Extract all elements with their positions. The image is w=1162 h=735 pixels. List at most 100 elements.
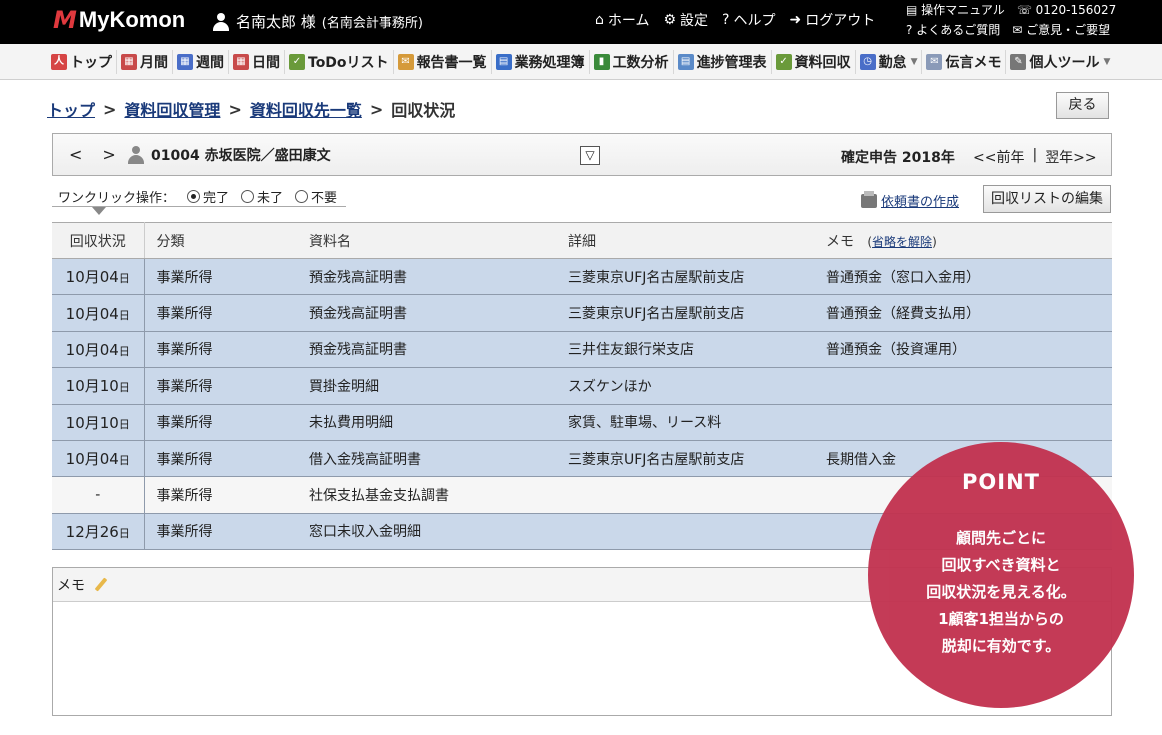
breadcrumb-manage[interactable]: 資料回収管理 — [124, 97, 220, 121]
menu-item[interactable]: ✎ 個人ツール ▼ — [1006, 50, 1114, 74]
detail-cell: 家賃、駐車場、リース料 — [556, 404, 814, 441]
status-month: 10月 — [65, 304, 100, 323]
doc-name-cell: 預金残高証明書 — [297, 331, 556, 369]
status-cell[interactable]: 10月04日 — [52, 258, 145, 296]
prev-client-button[interactable]: < — [69, 145, 82, 164]
status-cell[interactable]: 10月10日 — [52, 367, 145, 405]
menu-item[interactable]: ✉ 伝言メモ — [922, 50, 1007, 74]
detail-cell: 三菱東京UFJ名古屋駅前支店 — [556, 440, 814, 478]
memo-cell: 普通預金（投資運用） — [814, 331, 1112, 369]
next-client-button[interactable]: > — [102, 145, 115, 164]
next-year-link[interactable]: 翌年>> — [1045, 147, 1096, 167]
edit-collection-list-button[interactable]: 回収リストの編集 — [983, 185, 1111, 213]
status-day-unit: 日 — [118, 344, 130, 358]
status-cell[interactable]: 10月10日 — [52, 404, 145, 441]
radio-unneeded[interactable]: 不要 — [295, 187, 337, 206]
menu-item[interactable]: ✓ ToDoリスト — [285, 50, 394, 74]
breadcrumb-list[interactable]: 資料回収先一覧 — [250, 97, 362, 121]
menu-item[interactable]: ▦ 週間 — [173, 50, 229, 74]
point-line: 顧問先ごとに — [955, 529, 1046, 547]
radio-incomplete-indicator[interactable] — [241, 189, 255, 203]
menu-item-icon: ▦ — [177, 54, 193, 70]
create-request-link[interactable]: 依頼書の作成 — [861, 190, 960, 210]
feedback-link[interactable]: ✉ ご意見・ご要望 — [1012, 20, 1110, 40]
point-line: 回収状況を見える化。 — [926, 583, 1076, 601]
nav-logout[interactable]: ➜ ログアウト — [789, 10, 875, 30]
nav-help[interactable]: ? ヘルプ — [722, 10, 775, 30]
status-day: 04 — [99, 340, 119, 359]
status-cell[interactable]: 12月26日 — [52, 513, 145, 551]
menu-item[interactable]: ▤ 業務処理簿 — [492, 50, 590, 74]
breadcrumb-top[interactable]: トップ — [47, 97, 95, 121]
table-row[interactable]: 10月10日 事業所得 買掛金明細 スズケンほか — [52, 367, 1112, 405]
status-cell[interactable]: 10月04日 — [52, 294, 145, 332]
radio-complete-indicator[interactable] — [187, 189, 201, 203]
menu-item-icon: ▦ — [233, 54, 249, 70]
table-row[interactable]: 10月04日 事業所得 預金残高証明書 三井住友銀行栄支店 普通預金（投資運用） — [52, 331, 1112, 369]
status-month: 10月 — [65, 413, 100, 432]
menu-item[interactable]: ✓ 資料回収 — [772, 50, 856, 74]
menu-item[interactable]: ▮ 工数分析 — [590, 50, 674, 74]
memo-cell: 普通預金（窓口入金用） — [814, 258, 1112, 296]
radio-incomplete[interactable]: 未了 — [241, 187, 283, 206]
category-cell: 事業所得 — [144, 440, 297, 478]
nav-settings[interactable]: ⚙ 設定 — [663, 10, 708, 30]
menu-item[interactable]: ▤ 進捗管理表 — [674, 50, 772, 74]
radio-incomplete-label: 未了 — [257, 190, 284, 206]
status-day: 04 — [99, 450, 119, 469]
menu-item-label: 月間 — [140, 55, 168, 71]
table-row[interactable]: 10月04日 事業所得 預金残高証明書 三菱東京UFJ名古屋駅前支店 普通預金（窓口入金… — [52, 258, 1112, 296]
col-category: 分類 — [144, 222, 297, 259]
status-day-unit: 日 — [118, 272, 130, 286]
menu-item[interactable]: ▦ 日間 — [229, 50, 285, 74]
one-click-label: ワンクリック操作： — [58, 190, 176, 206]
menu-item-icon: ✉ — [397, 54, 414, 70]
client-dropdown-button[interactable]: ▽ — [580, 146, 600, 165]
faq-link[interactable]: ? よくあるご質問 — [906, 20, 1000, 40]
point-title: POINT — [962, 470, 1040, 494]
menu-item-label: 工数分析 — [612, 55, 669, 71]
manual-link[interactable]: ▤ 操作マニュアル — [906, 0, 1005, 20]
menu-item[interactable]: 人トップ — [47, 50, 117, 74]
one-click-operation: ワンクリック操作： 完了 未了 不要 — [52, 186, 346, 207]
memo-cell — [814, 367, 1112, 405]
status-cell[interactable]: 10月04日 — [52, 440, 145, 478]
main-menu: 人トップ ▦ 月間 ▦ 週間 ▦ 日間 ✓ ToDoリスト ✉ 報告書一覧 ▤ 業務処理簿 ▮ 工数分析 ▤ 進… — [0, 44, 1162, 80]
menu-item[interactable]: ✉ 報告書一覧 — [394, 50, 492, 74]
expand-memo-link[interactable]: 省略を解除 — [872, 235, 932, 249]
breadcrumb: トップ > 資料回収管理 > 資料回収先一覧 > 回収状況 — [47, 97, 455, 121]
back-button[interactable]: 戻る — [1056, 92, 1109, 119]
status-cell[interactable]: 10月04日 — [52, 331, 145, 369]
prev-year-link[interactable]: <<前年 — [973, 147, 1024, 167]
menu-item[interactable]: ◷ 勤怠 ▼ — [856, 50, 923, 74]
status-cell[interactable]: - — [52, 476, 145, 514]
menu-item-icon: ▮ — [593, 54, 610, 70]
table-row[interactable]: 10月04日 事業所得 預金残高証明書 三菱東京UFJ名古屋駅前支店 普通預金（経費支払… — [52, 294, 1112, 332]
radio-unneeded-indicator[interactable] — [295, 189, 309, 203]
status-day-unit: 日 — [118, 308, 130, 322]
logo-mark: M — [53, 6, 77, 34]
radio-complete[interactable]: 完了 — [187, 187, 229, 206]
client-name: 01004 赤坂医院／盛田康文 — [151, 148, 331, 164]
logo-text: MyKomon — [78, 7, 186, 32]
doc-name-cell: 未払費用明細 — [297, 404, 556, 441]
logo[interactable]: M MyKomon — [53, 6, 185, 34]
pencil-icon[interactable] — [93, 577, 109, 593]
point-line: 回収すべき資料と — [941, 556, 1061, 574]
category-cell: 事業所得 — [144, 367, 297, 405]
col-memo: メモ (省略を解除) — [814, 222, 1112, 259]
top-nav: ⌂ ホーム ⚙ 設定 ? ヘルプ ➜ ログアウト — [595, 10, 875, 30]
menu-item-label: 進捗管理表 — [696, 55, 767, 71]
nav-help-label: ヘルプ — [733, 13, 776, 29]
col-status: 回収状況 — [52, 222, 145, 259]
create-request-label: 依頼書の作成 — [881, 195, 960, 210]
phone-label: 0120-156027 — [1035, 3, 1117, 17]
radio-unneeded-label: 不要 — [311, 190, 338, 206]
breadcrumb-separator: > — [103, 99, 117, 119]
menu-item-icon: ✎ — [1010, 54, 1027, 70]
nav-home[interactable]: ⌂ ホーム — [595, 10, 649, 30]
menu-item[interactable]: ▦ 月間 — [117, 50, 173, 74]
category-cell: 事業所得 — [144, 404, 297, 441]
table-row[interactable]: 10月10日 事業所得 未払費用明細 家賃、駐車場、リース料 — [52, 404, 1112, 441]
user-name: 名南太郎 様 — [236, 13, 316, 31]
